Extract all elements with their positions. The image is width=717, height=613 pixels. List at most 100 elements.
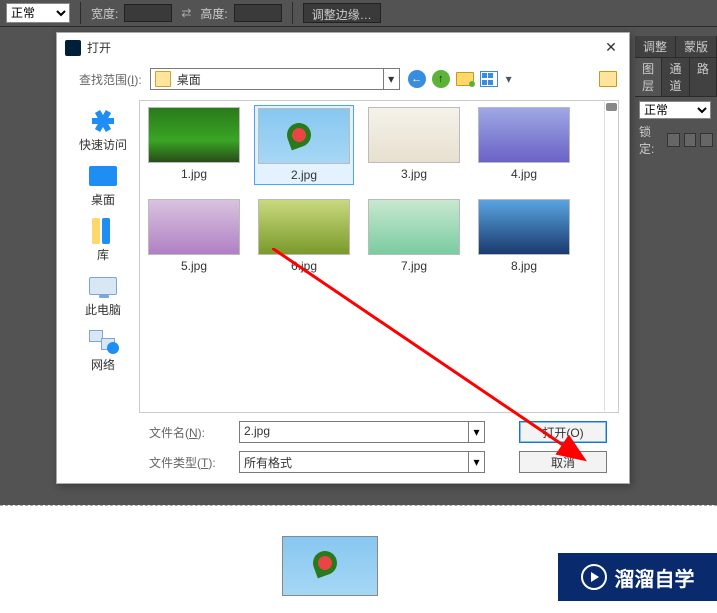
file-thumbnail bbox=[258, 108, 350, 164]
open-button[interactable]: 打开(O) bbox=[519, 421, 607, 443]
new-folder-icon[interactable] bbox=[456, 72, 474, 86]
lock-label: 锁定: bbox=[639, 123, 663, 157]
filename-combo[interactable]: 2.jpg ▾ bbox=[239, 421, 485, 443]
lookup-value: 桌面 bbox=[175, 71, 383, 88]
file-thumbnail bbox=[368, 199, 460, 255]
lock-position-icon[interactable] bbox=[700, 133, 713, 147]
width-field[interactable] bbox=[124, 4, 172, 22]
chevron-down-icon[interactable]: ▾ bbox=[383, 69, 399, 89]
place-network[interactable]: 网络 bbox=[88, 328, 118, 373]
filename-row: 文件名(N): 2.jpg ▾ 打开(O) bbox=[149, 421, 611, 443]
file-name: 7.jpg bbox=[401, 259, 427, 273]
place-thispc[interactable]: 此电脑 bbox=[85, 273, 121, 318]
open-dialog: 打开 ✕ 查找范围(I): 桌面 ▾ ← ↑ ▾ 快速访问 bbox=[56, 32, 630, 484]
tab-layers[interactable]: 图层 bbox=[635, 58, 662, 96]
file-list-area: 1.jpg 2.jpg 3.jpg 4.jpg 5.jpg bbox=[139, 100, 619, 413]
nav-icons: ← ↑ ▾ bbox=[408, 70, 514, 88]
width-label: 宽度: bbox=[91, 5, 118, 22]
file-thumbnail bbox=[478, 107, 570, 163]
file-name: 1.jpg bbox=[181, 167, 207, 181]
footer: 溜溜自学 bbox=[0, 505, 717, 613]
file-thumbnail bbox=[368, 107, 460, 163]
lookup-row: 查找范围(I): 桌面 ▾ ← ↑ ▾ bbox=[57, 62, 629, 96]
file-item[interactable]: 8.jpg bbox=[474, 197, 574, 275]
tab-paths[interactable]: 路 bbox=[690, 58, 717, 96]
filetype-label: 文件类型(T): bbox=[149, 454, 229, 471]
up-icon[interactable]: ↑ bbox=[432, 70, 450, 88]
height-label: 高度: bbox=[200, 5, 227, 22]
file-item[interactable]: 2.jpg bbox=[254, 105, 354, 185]
footer-preview-image bbox=[282, 536, 378, 596]
file-grid: 1.jpg 2.jpg 3.jpg 4.jpg 5.jpg bbox=[144, 105, 614, 408]
filetype-combo[interactable]: 所有格式 ▾ bbox=[239, 451, 485, 473]
brand-badge: 溜溜自学 bbox=[558, 553, 717, 601]
file-scrollbar[interactable] bbox=[604, 102, 617, 411]
dialog-title: 打开 bbox=[87, 39, 595, 56]
play-icon bbox=[581, 564, 607, 590]
folder-icon bbox=[155, 71, 171, 87]
lock-paint-icon[interactable] bbox=[684, 133, 697, 147]
place-libraries[interactable]: 库 bbox=[88, 218, 118, 263]
file-item[interactable]: 7.jpg bbox=[364, 197, 464, 275]
right-panels: 调整 蒙版 图层 通道 路 正常 锁定: bbox=[635, 36, 717, 161]
lock-transparent-icon[interactable] bbox=[667, 133, 680, 147]
scroll-up-icon[interactable] bbox=[606, 103, 617, 111]
brand-text: 溜溜自学 bbox=[615, 563, 695, 592]
file-item[interactable]: 3.jpg bbox=[364, 105, 464, 185]
height-field[interactable] bbox=[234, 4, 282, 22]
file-thumbnail bbox=[258, 199, 350, 255]
dialog-body: 快速访问 桌面 库 此电脑 网络 1.jp bbox=[57, 96, 629, 417]
file-name: 5.jpg bbox=[181, 259, 207, 273]
place-label: 库 bbox=[97, 246, 109, 263]
close-button[interactable]: ✕ bbox=[601, 40, 621, 56]
chevron-down-icon[interactable]: ▾ bbox=[468, 422, 484, 442]
place-quick-access[interactable]: 快速访问 bbox=[79, 108, 127, 153]
filename-label: 文件名(N): bbox=[149, 424, 229, 441]
file-thumbnail bbox=[148, 107, 240, 163]
place-label: 网络 bbox=[91, 356, 115, 373]
file-item[interactable]: 6.jpg bbox=[254, 197, 354, 275]
file-name: 8.jpg bbox=[511, 259, 537, 273]
file-name: 6.jpg bbox=[291, 259, 317, 273]
dialog-title-bar: 打开 ✕ bbox=[57, 33, 629, 62]
tab-channels[interactable]: 通道 bbox=[662, 58, 689, 96]
places-bar: 快速访问 桌面 库 此电脑 网络 bbox=[67, 100, 139, 413]
cancel-button[interactable]: 取消 bbox=[519, 451, 607, 473]
swap-icon[interactable]: ⇄ bbox=[178, 5, 194, 21]
chevron-down-icon[interactable]: ▾ bbox=[468, 452, 484, 472]
panel-tabs-top: 调整 蒙版 bbox=[635, 36, 717, 58]
view-dropdown-icon[interactable]: ▾ bbox=[504, 72, 514, 86]
refine-edge-button[interactable]: 调整边缘… bbox=[303, 3, 381, 23]
options-bar: 正常 宽度: ⇄ 高度: 调整边缘… bbox=[0, 0, 717, 27]
file-item[interactable]: 5.jpg bbox=[144, 197, 244, 275]
libraries-icon bbox=[90, 218, 116, 244]
desktop-icon bbox=[89, 166, 117, 186]
back-icon[interactable]: ← bbox=[408, 70, 426, 88]
filetype-row: 文件类型(T): 所有格式 ▾ 取消 bbox=[149, 451, 611, 473]
layers-panel-body: 正常 锁定: bbox=[635, 97, 717, 161]
preview-toggle-icon[interactable] bbox=[599, 71, 617, 87]
panel-tabs-layers: 图层 通道 路 bbox=[635, 58, 717, 97]
place-label: 此电脑 bbox=[85, 301, 121, 318]
file-thumbnail bbox=[478, 199, 570, 255]
dialog-bottom: 文件名(N): 2.jpg ▾ 打开(O) 文件类型(T): 所有格式 ▾ 取消 bbox=[57, 417, 629, 483]
filetype-value: 所有格式 bbox=[240, 452, 468, 472]
place-label: 桌面 bbox=[91, 191, 115, 208]
thispc-icon bbox=[89, 277, 117, 295]
app-icon bbox=[65, 40, 81, 56]
tab-adjust[interactable]: 调整 bbox=[635, 36, 676, 57]
file-name: 2.jpg bbox=[291, 168, 317, 182]
place-desktop[interactable]: 桌面 bbox=[88, 163, 118, 208]
lookup-combo[interactable]: 桌面 ▾ bbox=[150, 68, 400, 90]
file-name: 3.jpg bbox=[401, 167, 427, 181]
filename-value: 2.jpg bbox=[240, 422, 468, 442]
file-item[interactable]: 4.jpg bbox=[474, 105, 574, 185]
file-thumbnail bbox=[148, 199, 240, 255]
view-icon[interactable] bbox=[480, 71, 498, 87]
network-icon bbox=[89, 330, 117, 352]
tab-mask[interactable]: 蒙版 bbox=[676, 36, 717, 57]
file-item[interactable]: 1.jpg bbox=[144, 105, 244, 185]
place-label: 快速访问 bbox=[79, 136, 127, 153]
layer-blend-mode[interactable]: 正常 bbox=[639, 101, 711, 119]
blend-mode-select[interactable]: 正常 bbox=[6, 3, 70, 23]
